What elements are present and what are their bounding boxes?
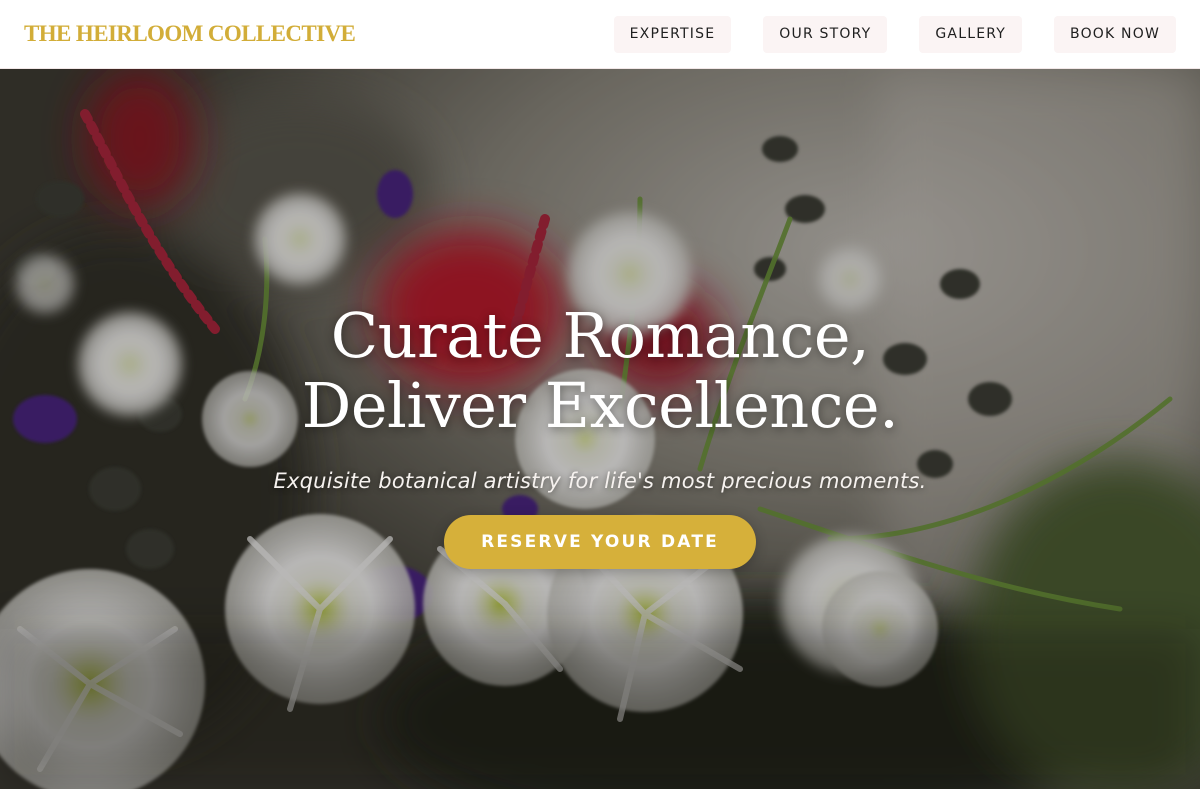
hero-subtitle: Exquisite botanical artistry for life's …	[273, 469, 927, 493]
nav-link-gallery[interactable]: GALLERY	[919, 15, 1023, 53]
hero-title: Curate Romance, Deliver Excellence.	[302, 301, 899, 441]
nav-link-our-story[interactable]: OUR STORY	[763, 15, 888, 53]
hero-content: Curate Romance, Deliver Excellence. Exqu…	[0, 69, 1200, 789]
nav-link-expertise[interactable]: EXPERTISE	[613, 15, 732, 53]
hero-section: Curate Romance, Deliver Excellence. Exqu…	[0, 69, 1200, 789]
reserve-date-button[interactable]: RESERVE YOUR DATE	[444, 515, 756, 569]
hero-title-line-1: Curate Romance,	[330, 299, 870, 372]
page-bottom-strip	[0, 789, 1200, 800]
nav-link-book-now[interactable]: BOOK NOW	[1054, 15, 1176, 53]
brand-logo-text[interactable]: THE HEIRLOOM COLLECTIVE	[24, 21, 356, 47]
hero-title-line-2: Deliver Excellence.	[301, 369, 899, 442]
main-nav: EXPERTISE OUR STORY GALLERY BOOK NOW	[613, 15, 1176, 53]
site-header: THE HEIRLOOM COLLECTIVE EXPERTISE OUR ST…	[0, 0, 1200, 69]
